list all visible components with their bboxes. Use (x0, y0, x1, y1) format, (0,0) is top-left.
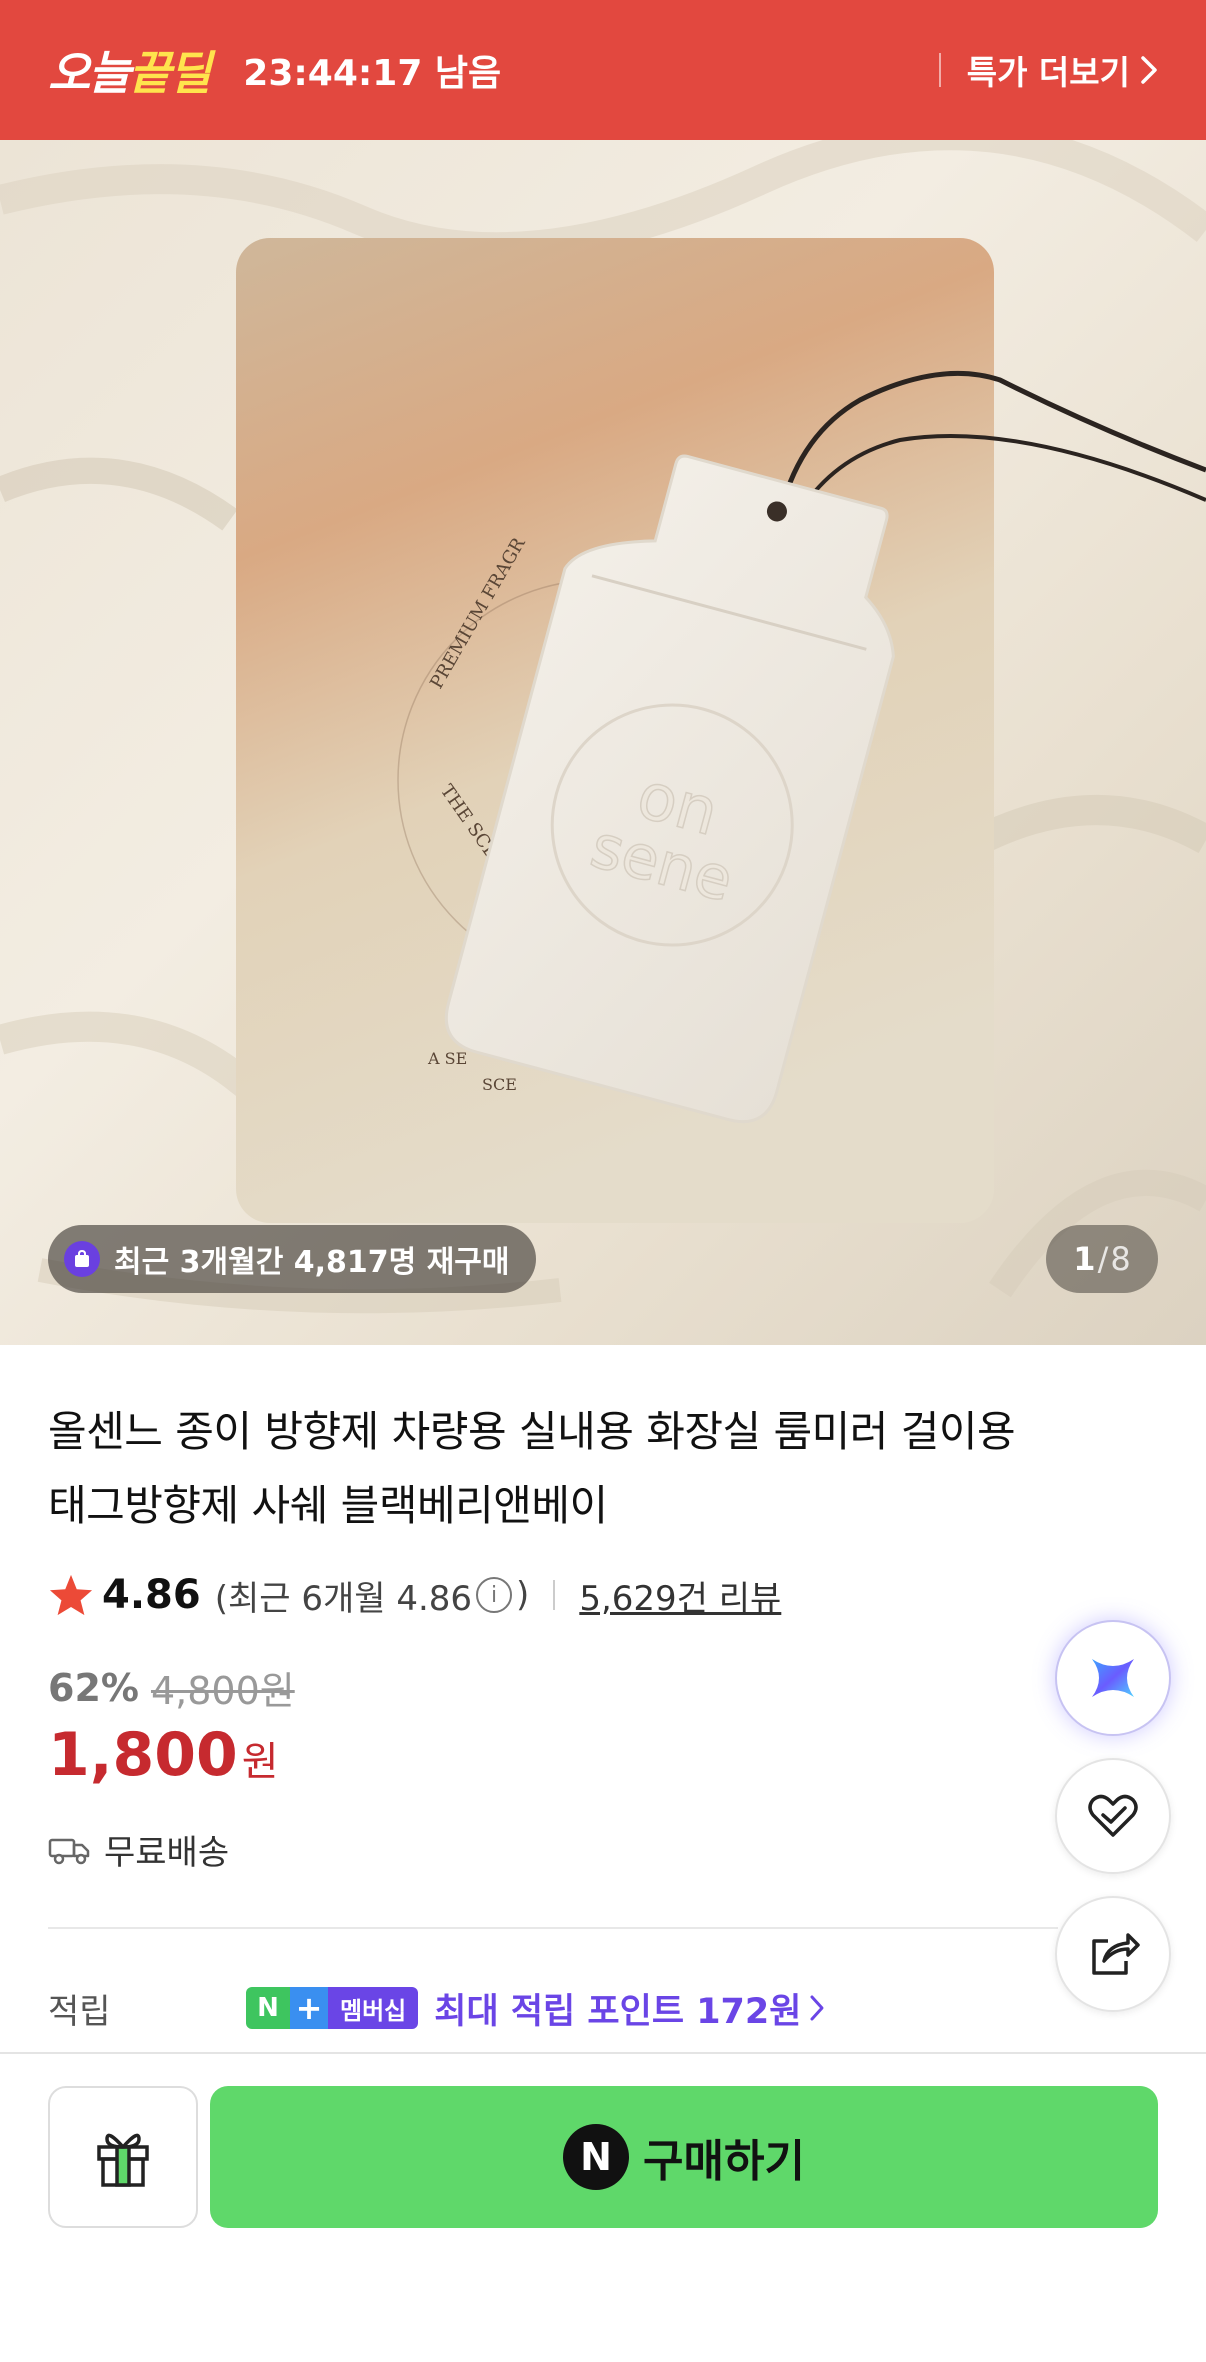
badge-n: N (246, 1987, 290, 2029)
heart-check-icon (1088, 1794, 1138, 1837)
sale-price: 1,800 원 (48, 1720, 279, 1790)
discount-rate: 62% (48, 1665, 139, 1710)
discount-info: 62% 4,800원 (48, 1660, 295, 1715)
recent-rating: (최근 6개월 4.86 i ) (215, 1571, 530, 1620)
product-photo: PREMIUM FRAGR THE SCE A SE SCE on sene (0, 140, 1206, 1314)
section-divider (48, 1927, 1058, 1929)
deal-divider (938, 53, 941, 87)
image-counter-current: 1 (1073, 1240, 1096, 1278)
gift-icon (97, 2133, 149, 2187)
points-row[interactable]: 적립 N + 멤버십 최대 적립 포인트 172원 (48, 1980, 1158, 2036)
svg-text:A SE: A SE (427, 1049, 467, 1068)
badge-plus: + (290, 1987, 328, 2029)
chevron-right-icon (1141, 56, 1157, 84)
sale-price-unit: 원 (241, 1739, 279, 1785)
max-points-text: 최대 적립 포인트 172원 (434, 1991, 802, 2032)
image-counter: 1 / 8 (1046, 1225, 1158, 1293)
rating-row: 4.86 (최근 6개월 4.86 i ) 5,629건 리뷰 (48, 1565, 781, 1625)
reviews-link[interactable]: 5,629건 리뷰 (579, 1571, 781, 1620)
truck-icon (48, 1838, 90, 1864)
buy-button-label: 구매하기 (643, 2136, 805, 2187)
star-icon (49, 1574, 93, 1616)
more-deals-label: 특가 더보기 (966, 53, 1130, 92)
ai-assistant-button[interactable] (1055, 1620, 1171, 1736)
chevron-right-icon (810, 1995, 824, 2021)
shipping-text: 무료배송 (104, 1833, 230, 1873)
buy-button[interactable]: N 구매하기 (210, 2086, 1158, 2228)
deal-banner[interactable]: 오늘끝딜 23:44:17 남음 특가 더보기 (0, 0, 1206, 140)
product-title: 올센느 종이 방향제 차량용 실내용 화장실 룸미러 걸이용 태그방향제 사쉐 … (48, 1395, 1108, 1543)
points-label: 적립 (48, 1991, 111, 2032)
naver-plus-membership-badge: N + 멤버십 (246, 1987, 419, 2029)
bottom-bar-divider (0, 2052, 1206, 2054)
more-deals-link[interactable]: 특가 더보기 (967, 46, 1158, 94)
product-image-carousel[interactable]: PREMIUM FRAGR THE SCE A SE SCE on sene 최… (0, 140, 1206, 1345)
badge-membership: 멤버십 (328, 1987, 419, 2029)
ai-assistant-icon (1092, 1659, 1134, 1697)
share-icon (1092, 1933, 1140, 1975)
deal-logo: 오늘끝딜 (48, 46, 211, 100)
naver-n-icon: N (563, 2124, 630, 2190)
repurchase-badge: 최근 3개월간 4,817명 재구매 (48, 1225, 536, 1293)
share-button[interactable] (1055, 1896, 1171, 2012)
rating-divider (553, 1580, 556, 1610)
shopping-bag-icon (64, 1241, 100, 1277)
product-title-line-2: 태그방향제 사쉐 블랙베리앤베이 (48, 1481, 608, 1530)
info-icon[interactable]: i (476, 1577, 513, 1613)
recent-rating-text: (최근 6개월 4.86 (214, 1578, 473, 1619)
svg-text:SCE: SCE (482, 1075, 517, 1094)
max-points-link[interactable]: 최대 적립 포인트 172원 (434, 1983, 825, 2034)
image-counter-total: 8 (1110, 1240, 1131, 1278)
product-title-line-1: 올센느 종이 방향제 차량용 실내용 화장실 룸미러 걸이용 (48, 1407, 1016, 1456)
rating-score: 4.86 (102, 1572, 201, 1618)
image-counter-separator: / (1097, 1240, 1109, 1278)
repurchase-text: 최근 3개월간 4,817명 재구매 (114, 1245, 510, 1280)
original-price: 4,800원 (150, 1669, 295, 1713)
shipping-info: 무료배송 (48, 1825, 229, 1874)
deal-countdown: 23:44:17 남음 (243, 53, 502, 94)
wishlist-button[interactable] (1055, 1758, 1171, 1874)
gift-button[interactable] (48, 2086, 198, 2228)
recent-rating-close: ) (516, 1575, 530, 1615)
sale-price-amount: 1,800 (48, 1720, 238, 1790)
